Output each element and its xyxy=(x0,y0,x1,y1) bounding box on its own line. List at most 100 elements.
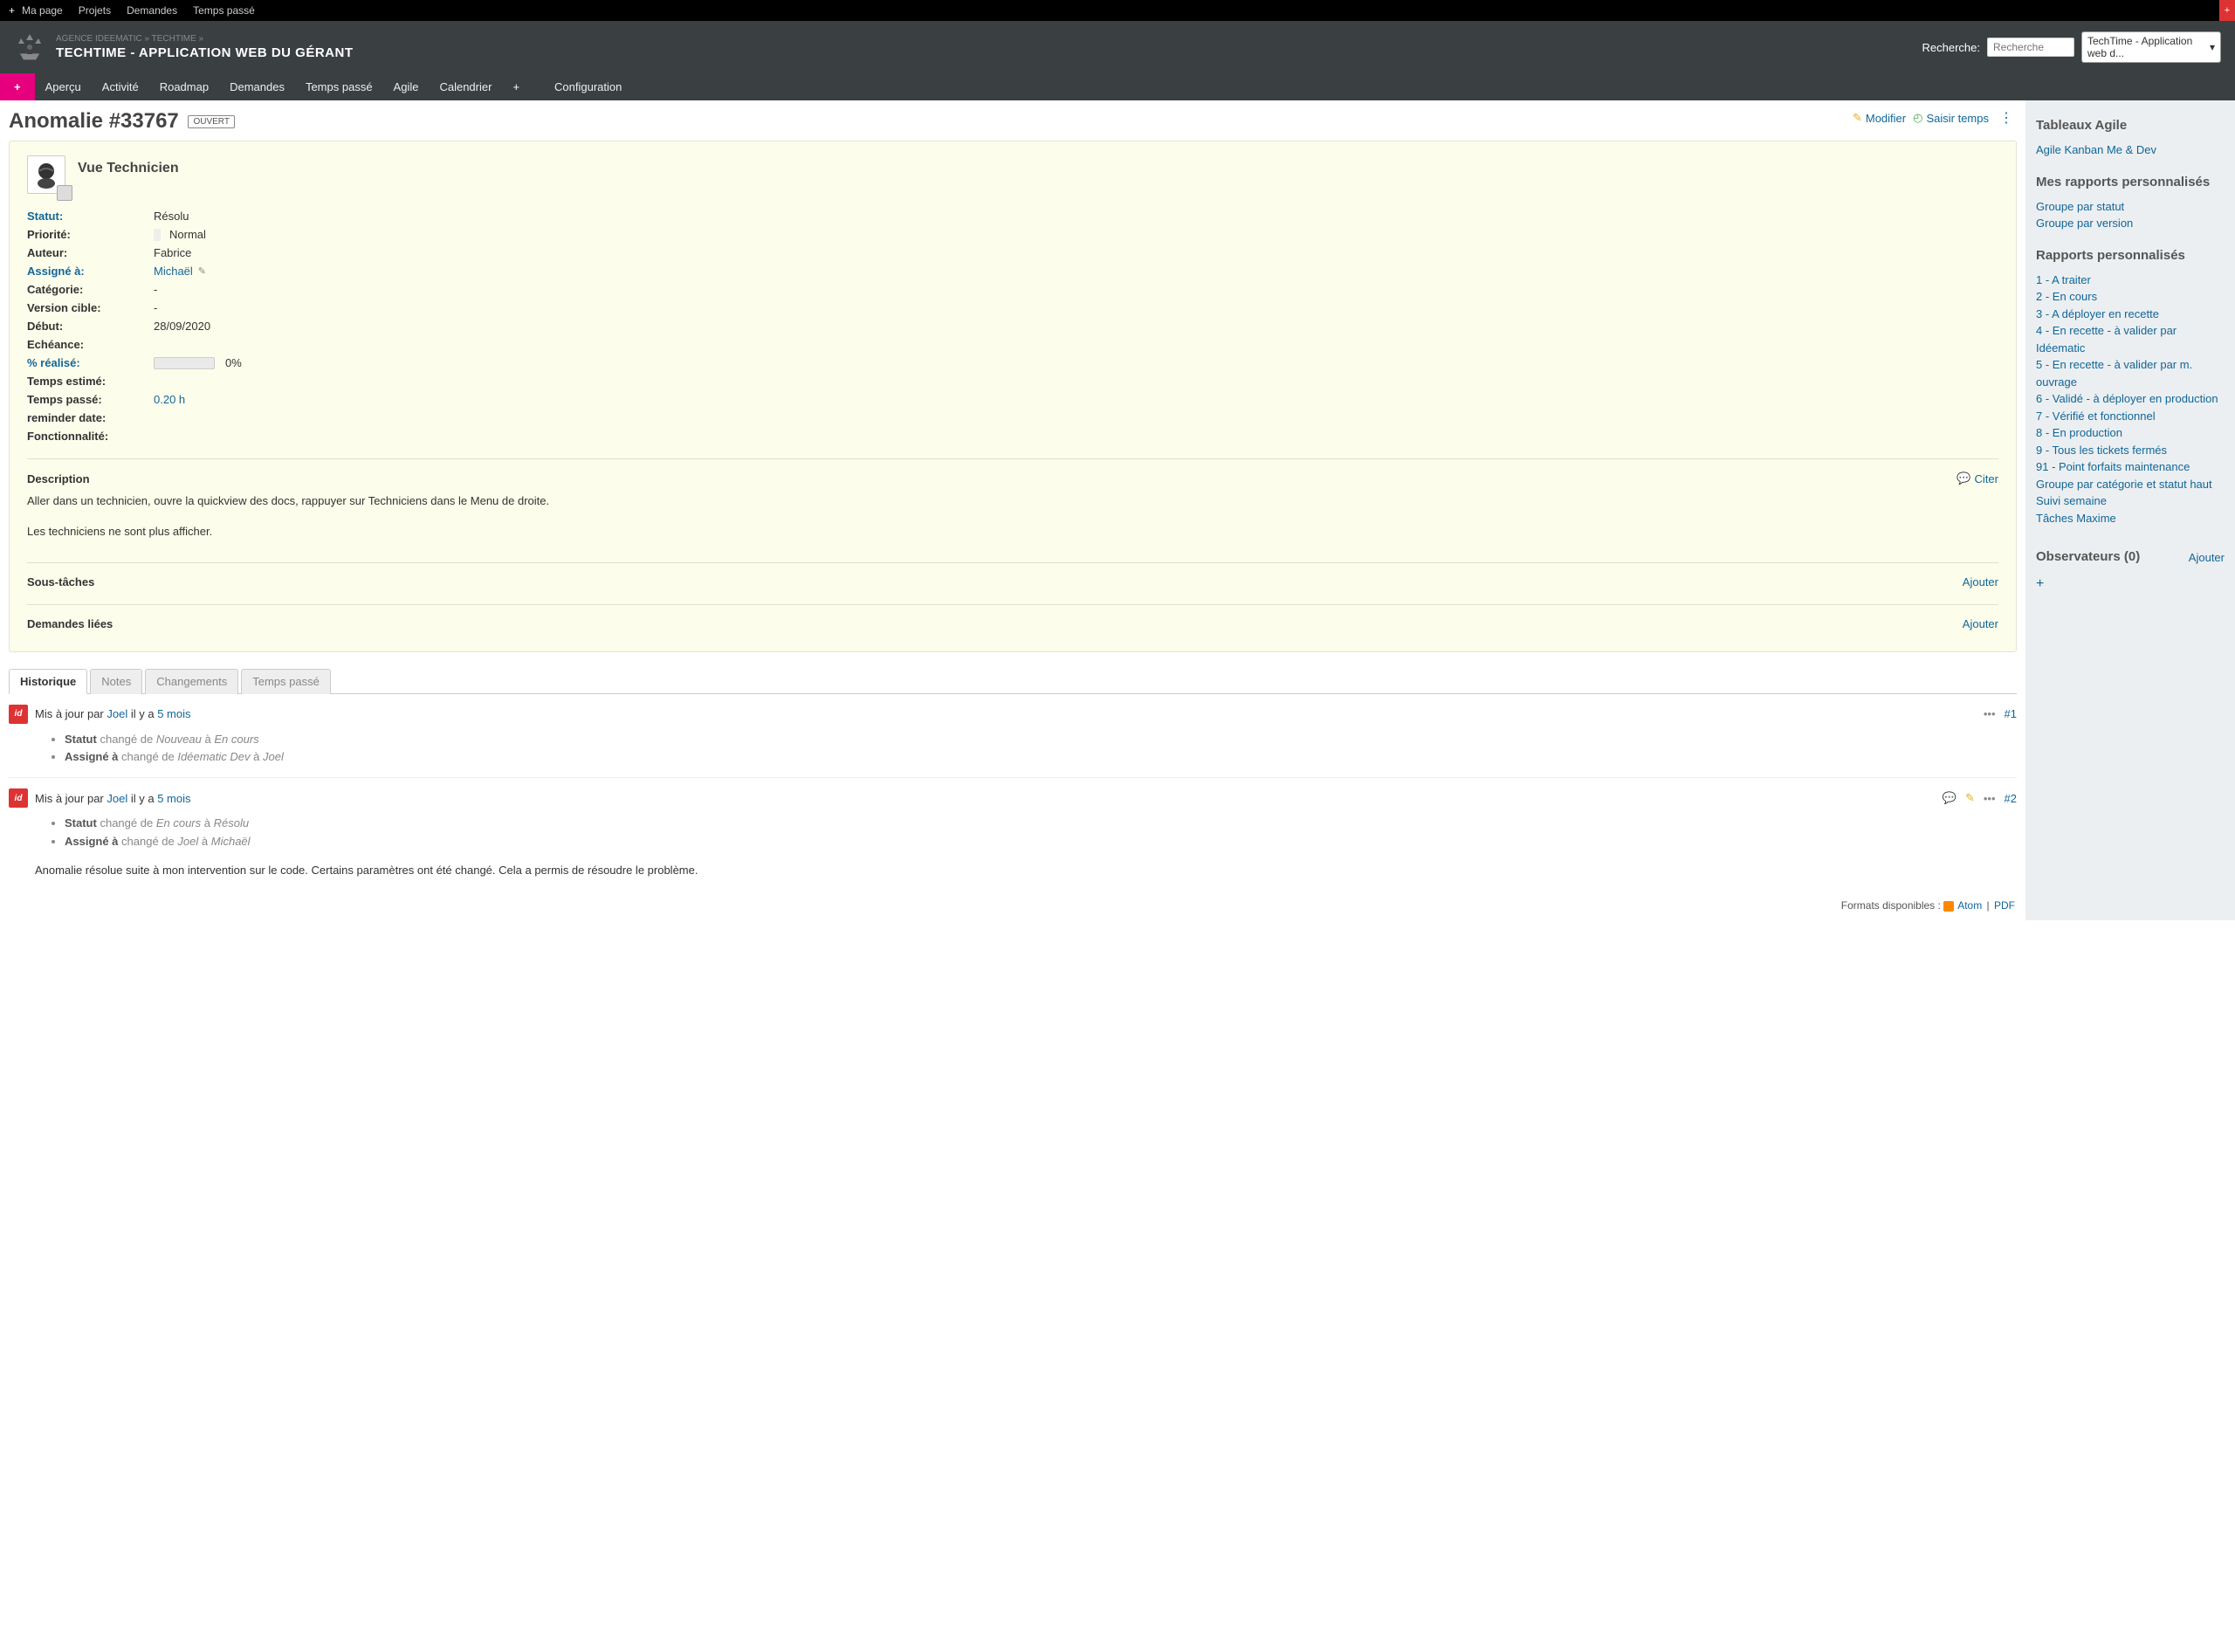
app-title: TECHTIME - APPLICATION WEB DU GÉRANT xyxy=(56,45,354,60)
journal-time-link[interactable]: 5 mois xyxy=(157,792,190,805)
sidebar-report-link[interactable]: Groupe par version xyxy=(2036,215,2225,232)
nav-new-button[interactable]: + xyxy=(0,73,35,100)
tab-time[interactable]: Temps passé xyxy=(241,669,331,694)
nav-plus-icon[interactable]: + xyxy=(502,73,530,100)
project-select[interactable]: TechTime - Application web d... ▾ xyxy=(2081,31,2221,63)
field-spent-label: Temps passé: xyxy=(27,393,154,406)
navbar: + Aperçu Activité Roadmap Demandes Temps… xyxy=(0,73,2235,100)
journal-anchor[interactable]: #1 xyxy=(2005,707,2017,720)
sidebar-report-link[interactable]: 6 - Validé - à déployer en production xyxy=(2036,390,2225,408)
formats-line: Formats disponibles : Atom | PDF xyxy=(9,899,2017,912)
edit-button[interactable]: ✎ Modifier xyxy=(1853,111,1906,125)
nav-agile[interactable]: Agile xyxy=(383,73,430,100)
sidebar-report-link[interactable]: 2 - En cours xyxy=(2036,288,2225,306)
main-content: Anomalie #33767 OUVERT ✎ Modifier ◴ Sais… xyxy=(0,100,2025,920)
sidebar-report-link[interactable]: 8 - En production xyxy=(2036,424,2225,442)
topbar-projects[interactable]: Projets xyxy=(79,4,111,17)
field-est-label: Temps estimé: xyxy=(27,375,154,388)
nav-calendar[interactable]: Calendrier xyxy=(429,73,502,100)
sidebar-report-link[interactable]: 3 - A déployer en recette xyxy=(2036,306,2225,323)
topbar-right-plus-icon[interactable]: + xyxy=(2219,0,2235,21)
nav-roadmap[interactable]: Roadmap xyxy=(149,73,219,100)
edit-assignee-icon[interactable]: ✎ xyxy=(198,265,206,277)
format-atom-link[interactable]: Atom xyxy=(1957,899,1982,912)
quote-button[interactable]: 💬Citer xyxy=(1956,472,1998,485)
topbar-plus-icon[interactable]: + xyxy=(9,4,15,17)
spent-time-link[interactable]: 0.20 h xyxy=(154,393,185,406)
field-done-label[interactable]: % réalisé: xyxy=(27,356,154,369)
more-icon[interactable]: ••• xyxy=(1984,792,1996,805)
more-icon[interactable]: ••• xyxy=(1984,707,1996,720)
tab-notes[interactable]: Notes xyxy=(90,669,142,694)
issue-subject: Vue Technicien xyxy=(78,155,179,176)
add-subtask-button[interactable]: Ajouter xyxy=(1963,575,1998,589)
journal-entry: id Mis à jour par Joel il y a 5 mois •••… xyxy=(9,694,2017,779)
sidebar-report-link[interactable]: 91 - Point forfaits maintenance xyxy=(2036,458,2225,476)
journal-user-link[interactable]: Joel xyxy=(107,792,127,805)
field-start-label: Début: xyxy=(27,320,154,333)
clock-icon: ◴ xyxy=(1913,111,1922,125)
chevron-down-icon: ▾ xyxy=(2210,41,2215,53)
sidebar-report-link[interactable]: Groupe par catégorie et statut haut xyxy=(2036,476,2225,493)
nav-time[interactable]: Temps passé xyxy=(295,73,383,100)
journal-anchor[interactable]: #2 xyxy=(2005,792,2017,805)
sidebar-report-link[interactable]: Tâches Maxime xyxy=(2036,510,2225,527)
journal-user-link[interactable]: Joel xyxy=(107,707,127,720)
sidebar-custom-reports-heading: Rapports personnalisés xyxy=(2036,248,2225,263)
field-reminder-label: reminder date: xyxy=(27,411,154,424)
sidebar-agile-link[interactable]: Agile Kanban Me & Dev xyxy=(2036,141,2225,159)
sidebar-report-link[interactable]: 9 - Tous les tickets fermés xyxy=(2036,442,2225,459)
format-pdf-link[interactable]: PDF xyxy=(1994,899,2015,912)
sidebar-agile-heading: Tableaux Agile xyxy=(2036,118,2225,133)
sidebar-report-link[interactable]: 4 - En recette - à valider par Idéematic xyxy=(2036,322,2225,356)
topbar-my-page[interactable]: Ma page xyxy=(22,4,63,17)
tab-history[interactable]: Historique xyxy=(9,669,87,694)
related-title: Demandes liées xyxy=(27,617,113,630)
sidebar-report-link[interactable]: Groupe par statut xyxy=(2036,198,2225,216)
tab-changes[interactable]: Changements xyxy=(145,669,238,694)
topbar-issues[interactable]: Demandes xyxy=(127,4,177,17)
log-time-button[interactable]: ◴ Saisir temps xyxy=(1913,111,1989,125)
nav-overview[interactable]: Aperçu xyxy=(35,73,92,100)
nav-config[interactable]: Configuration xyxy=(544,73,632,100)
nav-issues[interactable]: Demandes xyxy=(219,73,295,100)
search-label: Recherche: xyxy=(1922,41,1980,54)
sidebar-report-link[interactable]: 1 - A traiter xyxy=(2036,272,2225,289)
nav-activity[interactable]: Activité xyxy=(92,73,149,100)
journal-time-link[interactable]: 5 mois xyxy=(157,707,190,720)
field-author-value: Fabrice xyxy=(154,246,191,259)
priority-swatch-icon xyxy=(154,229,161,241)
sidebar-report-link[interactable]: 7 - Vérifié et fonctionnel xyxy=(2036,408,2225,425)
pencil-icon[interactable]: ✎ xyxy=(1965,791,1975,805)
description-body: Aller dans un technicien, ouvre la quick… xyxy=(27,492,1998,541)
issue-title-text: Anomalie #33767 xyxy=(9,109,179,133)
issue-status-badge: OUVERT xyxy=(188,115,235,128)
sidebar-report-link[interactable]: Suivi semaine xyxy=(2036,492,2225,510)
issue-box: Vue Technicien Statut:Résolu Priorité:No… xyxy=(9,141,2017,652)
add-observer-plus-icon[interactable]: + xyxy=(2036,576,2225,592)
add-related-button[interactable]: Ajouter xyxy=(1963,617,1998,630)
topbar: + Ma page Projets Demandes Temps passé + xyxy=(0,0,2235,21)
subtasks-title: Sous-tâches xyxy=(27,575,94,589)
description-title: Description xyxy=(27,472,90,485)
field-assignee-value: Michaël ✎ xyxy=(154,265,206,278)
journal-avatar: id xyxy=(9,705,28,724)
field-done-value: 0% xyxy=(154,356,242,369)
project-select-value: TechTime - Application web d... xyxy=(2087,35,2210,59)
topbar-time[interactable]: Temps passé xyxy=(193,4,255,17)
field-status-value: Résolu xyxy=(154,210,189,223)
more-actions-icon[interactable]: ⋮ xyxy=(1996,109,2017,127)
search-input[interactable] xyxy=(1987,38,2074,57)
comment-icon[interactable]: 💬 xyxy=(1943,791,1956,805)
field-priority-value: Normal xyxy=(154,228,206,241)
field-func-label: Fonctionnalité: xyxy=(27,430,154,443)
sidebar-my-reports-heading: Mes rapports personnalisés xyxy=(2036,175,2225,189)
sidebar-report-link[interactable]: 5 - En recette - à valider par m. ouvrag… xyxy=(2036,356,2225,390)
field-status-label[interactable]: Statut: xyxy=(27,210,154,223)
add-observer-link[interactable]: Ajouter xyxy=(2189,551,2225,564)
pencil-icon: ✎ xyxy=(1853,111,1862,125)
field-due-label: Echéance: xyxy=(27,338,154,351)
sidebar-observers-heading: Observateurs (0) xyxy=(2036,549,2140,564)
assignee-link[interactable]: Michaël xyxy=(154,265,193,278)
field-assignee-label[interactable]: Assigné à: xyxy=(27,265,154,278)
